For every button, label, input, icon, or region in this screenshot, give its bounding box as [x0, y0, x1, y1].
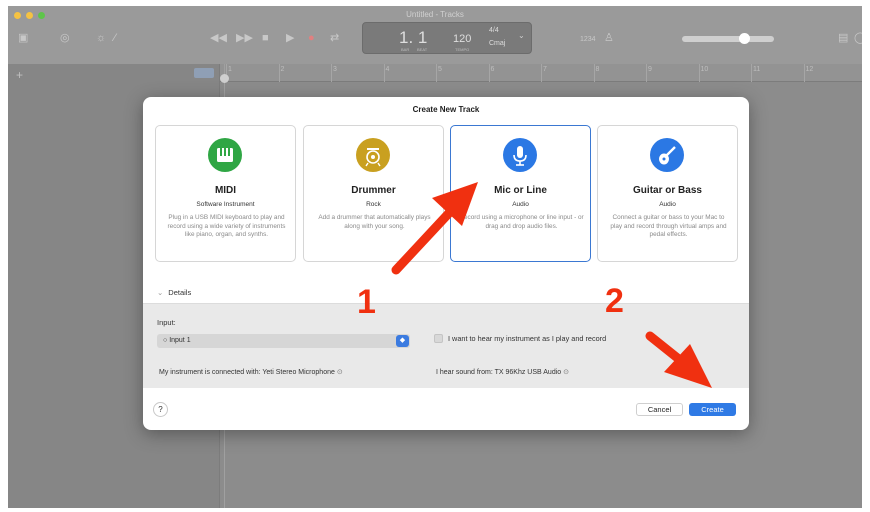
lcd-tempo: 120 — [453, 33, 472, 45]
stop-icon[interactable]: ■ — [262, 32, 269, 44]
metronome-icon[interactable]: ♙ — [604, 32, 614, 44]
ruler-bar-tick — [331, 64, 332, 82]
input-device-arrow-icon[interactable]: ⊙ — [337, 369, 343, 376]
smart-controls-icon[interactable]: ☼ — [96, 32, 106, 44]
lcd-beat-label: BEAT — [417, 47, 428, 52]
track-type-card-guitar-or-bass[interactable]: Guitar or Bass Audio Connect a guitar or… — [597, 125, 738, 262]
cycle-icon[interactable]: ⇄ — [330, 32, 339, 44]
card-description: Record using a microphone or line input … — [459, 214, 584, 230]
ruler-bar-number: 2 — [280, 66, 285, 73]
track-type-card-drummer[interactable]: Drummer Rock Add a drummer that automati… — [303, 125, 444, 262]
input-label: Input: — [157, 318, 176, 327]
lcd-bar-label: BAR — [401, 47, 410, 52]
output-device-text: I hear sound from: TX 96Khz USB Audio — [436, 369, 562, 376]
play-icon[interactable]: ▶ — [286, 32, 294, 44]
chevron-down-icon: ⌄ — [157, 288, 164, 297]
lcd-key: Cmaj — [489, 40, 506, 47]
notepad-icon[interactable]: ▤ — [838, 32, 848, 44]
details-label: Details — [168, 288, 192, 297]
ruler-bar-tick — [488, 64, 490, 82]
create-button[interactable]: Create — [689, 403, 736, 416]
ruler-bar-number: 5 — [438, 66, 442, 73]
step-number-2: 2 — [605, 282, 624, 320]
ruler-bar-number: 3 — [333, 66, 337, 73]
output-device-info: I hear sound from: TX 96Khz USB Audio ⊙ — [436, 368, 569, 376]
input-device-info: My instrument is connected with: Yeti St… — [159, 368, 343, 376]
ruler-bar-tick — [383, 64, 385, 82]
track-type-card-midi[interactable]: MIDI Software Instrument Plug in a USB M… — [155, 125, 296, 262]
drum-kit-icon — [356, 138, 390, 172]
lcd-position: 1. 1 — [399, 28, 428, 47]
lcd-time-signature: 4/4 — [489, 27, 499, 34]
ruler[interactable]: 1 2 3 4 5 6 7 8 9 10 11 12 — [220, 64, 862, 82]
dialog-title: Create New Track — [412, 105, 480, 114]
ruler-bar-tick — [646, 64, 647, 82]
ruler-bar-tick — [698, 64, 700, 82]
rewind-icon[interactable]: ◀◀ — [210, 32, 227, 44]
card-description: Add a drummer that automatically plays a… — [318, 214, 431, 230]
card-title: Mic or Line — [494, 185, 547, 196]
input-device-text: My instrument is connected with: Yeti St… — [159, 369, 335, 376]
microphone-icon — [503, 138, 537, 172]
master-volume-knob[interactable] — [739, 33, 750, 44]
track-type-card-mic-or-line[interactable]: Mic or Line Audio Record using a microph… — [450, 125, 591, 262]
card-title: Drummer — [351, 185, 396, 196]
card-title: Guitar or Bass — [633, 185, 702, 196]
create-new-track-dialog: Create New Track MIDI Software Instrumen… — [143, 97, 749, 430]
card-subtitle: Audio — [512, 201, 529, 208]
input-select-value: ○ Input 1 — [163, 337, 191, 344]
card-subtitle: Audio — [659, 201, 676, 208]
master-volume-slider[interactable] — [682, 36, 774, 42]
ruler-bar-number: 11 — [753, 66, 761, 73]
output-device-arrow-icon[interactable]: ⊙ — [563, 369, 569, 376]
input-select[interactable]: ○ Input 1 ◆ — [157, 334, 410, 348]
ruler-bar-number: 6 — [490, 66, 495, 73]
ruler-bar-tick — [803, 64, 805, 82]
ruler-bar-number: 1 — [228, 66, 232, 73]
record-icon[interactable]: ● — [308, 32, 315, 44]
lcd-display[interactable]: 1. 1 BAR BEAT 120 TEMPO 4/4 Cmaj ⌄ — [362, 22, 532, 54]
details-panel: Input: ○ Input 1 ◆ I want to hear my ins… — [143, 303, 749, 388]
add-track-icon[interactable]: + — [16, 68, 23, 82]
card-subtitle: Rock — [366, 201, 381, 208]
help-icon[interactable]: ◎ — [60, 32, 70, 44]
smart-filter-button[interactable] — [194, 68, 214, 78]
ruler-bar-tick — [751, 64, 752, 82]
ruler-bar-tick — [593, 64, 595, 82]
lcd-tempo-label: TEMPO — [455, 47, 470, 52]
step-number-1: 1 — [357, 283, 376, 321]
cancel-button[interactable]: Cancel — [636, 403, 683, 416]
card-title: MIDI — [214, 185, 237, 196]
ruler-bar-tick — [436, 64, 437, 82]
ruler-bar-tick — [278, 64, 280, 82]
help-button[interactable]: ? — [153, 402, 168, 417]
fast-forward-icon[interactable]: ▶▶ — [236, 32, 253, 44]
card-subtitle: Software Instrument — [196, 201, 255, 208]
ruler-bar-number: 10 — [700, 66, 709, 73]
card-description: Plug in a USB MIDI keyboard to play and … — [167, 214, 286, 238]
ruler-bar-number: 4 — [385, 66, 390, 73]
piano-keys-icon — [208, 138, 242, 172]
ruler-bar-tick — [541, 64, 542, 82]
card-description: Connect a guitar or bass to your Mac to … — [610, 214, 727, 238]
input-value-text: Input 1 — [169, 337, 191, 344]
select-arrows-icon[interactable]: ◆ — [396, 335, 409, 347]
ruler-bar-number: 8 — [595, 66, 600, 73]
window-title: Untitled - Tracks — [406, 10, 464, 19]
details-disclosure[interactable]: ⌄ Details — [157, 288, 191, 297]
monitor-checkbox-label: I want to hear my instrument as I play a… — [448, 334, 607, 343]
library-icon[interactable]: ▣ — [18, 32, 28, 44]
count-in-button[interactable]: 1234 — [580, 34, 596, 46]
loop-browser-icon[interactable]: ◯ — [854, 32, 862, 44]
ruler-bar-number: 9 — [648, 66, 652, 73]
guitar-icon — [650, 138, 684, 172]
toolbar: Untitled - Tracks ▣ ◎ ☼ ⁄ ◀◀ ▶▶ ■ ▶ ● ⇄ … — [8, 6, 862, 64]
monitor-checkbox[interactable] — [434, 334, 443, 343]
editors-icon[interactable]: ⁄ — [114, 32, 116, 44]
playhead-handle[interactable] — [220, 74, 229, 83]
ruler-bar-number: 7 — [543, 66, 547, 73]
lcd-dropdown-icon[interactable]: ⌄ — [518, 31, 525, 40]
ruler-bar-number: 12 — [805, 66, 814, 73]
